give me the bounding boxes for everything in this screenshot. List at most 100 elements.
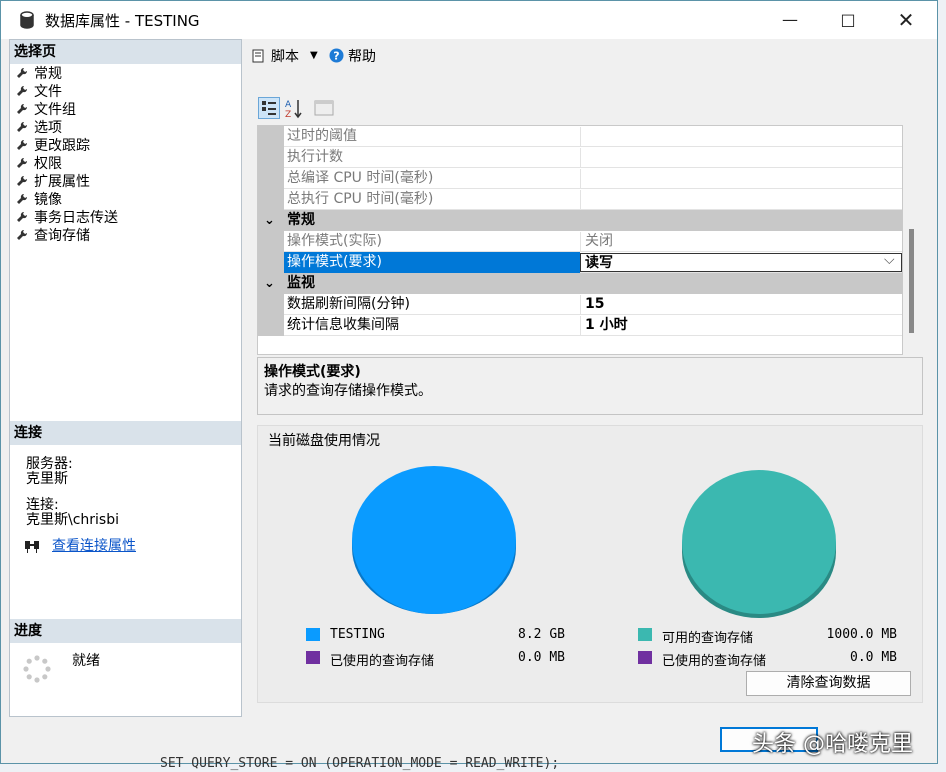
nav-item-label: 权限 xyxy=(34,156,62,172)
legend-label: TESTING xyxy=(330,627,385,642)
collapse-chevron-icon[interactable]: ⌄ xyxy=(264,210,275,231)
legend-value: 8.2 GB xyxy=(518,627,565,642)
wrench-icon xyxy=(17,139,28,150)
connection-value: 克里斯\chrisbi xyxy=(26,512,120,528)
property-pages-button[interactable] xyxy=(314,99,334,117)
nav-item-9[interactable]: 查询存储 xyxy=(16,227,90,245)
property-row[interactable]: 操作模式(要求) 读写 ⌵ xyxy=(258,252,902,273)
property-name: 总执行 CPU 时间(毫秒) xyxy=(287,191,434,207)
nav-item-label: 镜像 xyxy=(34,192,62,208)
categorized-icon xyxy=(262,101,276,115)
wrench-icon xyxy=(17,67,28,78)
wrench-icon xyxy=(17,157,28,168)
property-row[interactable]: 操作模式(实际) 关闭 xyxy=(258,231,902,252)
property-row[interactable]: 总执行 CPU 时间(毫秒) xyxy=(258,189,902,210)
legend-label: 已使用的查询存储 xyxy=(330,654,435,669)
property-name: 执行计数 xyxy=(287,149,343,165)
title-bar[interactable]: 数据库属性 - TESTING — □ ✕ xyxy=(1,1,937,39)
row-gutter xyxy=(258,315,284,336)
legend-swatch xyxy=(638,651,652,664)
pie-slice-testing xyxy=(352,466,516,614)
nav-item-label: 事务日志传送 xyxy=(34,210,118,226)
property-name: 操作模式(要求) xyxy=(284,252,580,273)
nav-item-5[interactable]: 权限 xyxy=(16,155,62,173)
close-button[interactable]: ✕ xyxy=(883,5,929,35)
minimize-button[interactable]: — xyxy=(767,5,813,35)
nav-item-label: 扩展属性 xyxy=(34,174,90,190)
legend-swatch xyxy=(306,651,320,664)
row-gutter xyxy=(258,231,284,252)
property-row[interactable]: 过时的阈值 xyxy=(258,126,902,147)
sort-az-icon: AZ xyxy=(285,100,302,120)
select-page-header: 选择页 xyxy=(10,40,241,64)
property-value: 关闭 xyxy=(580,232,902,251)
connection-label: 连接: xyxy=(26,497,59,513)
nav-item-3[interactable]: 选项 xyxy=(16,119,62,137)
legend-label: 可用的查询存储 xyxy=(662,631,754,646)
svg-text:Z: Z xyxy=(285,110,291,119)
property-value[interactable]: 1 小时 xyxy=(580,316,902,335)
main-toolbar: 脚本 ▼ ? 帮助 xyxy=(242,39,939,71)
progress-status: 就绪 xyxy=(72,653,100,669)
row-gutter xyxy=(258,168,284,189)
property-grid-scrollbar[interactable] xyxy=(903,125,917,355)
wrench-icon xyxy=(17,103,28,114)
window-title: 数据库属性 - TESTING xyxy=(45,12,200,30)
wrench-icon xyxy=(17,229,28,240)
wrench-icon xyxy=(17,85,28,96)
description-text: 请求的查询存储操作模式。 xyxy=(264,383,432,399)
script-dropdown-chevron-icon[interactable]: ▼ xyxy=(310,50,318,61)
property-value xyxy=(580,127,902,146)
categorized-view-button[interactable] xyxy=(258,97,280,119)
nav-item-2[interactable]: 文件组 xyxy=(16,101,76,119)
nav-item-6[interactable]: 扩展属性 xyxy=(16,173,90,191)
property-name: 总编译 CPU 时间(毫秒) xyxy=(287,170,434,186)
script-button[interactable]: 脚本 xyxy=(271,46,299,66)
nav-item-1[interactable]: 文件 xyxy=(16,83,62,101)
property-row[interactable]: 数据刷新间隔(分钟) 15 xyxy=(258,294,902,315)
property-value xyxy=(580,190,902,209)
property-value[interactable]: 读写 xyxy=(580,253,902,272)
alphabetical-view-button[interactable]: AZ xyxy=(283,97,305,120)
row-gutter xyxy=(258,189,284,210)
server-label: 服务器: xyxy=(26,456,73,472)
nav-item-label: 文件 xyxy=(34,84,62,100)
property-grid: 过时的阈值执行计数总编译 CPU 时间(毫秒) 总执行 CPU 时间(毫秒) ⌄ 常规… xyxy=(257,125,903,355)
nav-item-4[interactable]: 更改跟踪 xyxy=(16,137,90,155)
nav-item-label: 常规 xyxy=(34,66,62,82)
database-icon xyxy=(20,11,34,29)
nav-item-label: 查询存储 xyxy=(34,228,90,244)
pie-slice-available xyxy=(682,470,836,614)
property-value[interactable]: 15 xyxy=(580,295,902,314)
maximize-button[interactable]: □ xyxy=(825,5,871,35)
nav-item-7[interactable]: 镜像 xyxy=(16,191,62,209)
property-row[interactable]: 总编译 CPU 时间(毫秒) xyxy=(258,168,902,189)
wrench-icon xyxy=(17,121,28,132)
property-row[interactable]: 统计信息收集间隔 1 小时 xyxy=(258,315,902,336)
view-connection-properties-link[interactable]: 查看连接属性 xyxy=(52,538,136,554)
progress-header: 进度 xyxy=(10,619,241,643)
property-value xyxy=(580,169,902,188)
watermark-text: 头条 @哈喽克里 xyxy=(752,732,913,757)
property-description-panel: 操作模式(要求) 请求的查询存储操作模式。 xyxy=(257,357,923,415)
property-category[interactable]: ⌄ 常规 xyxy=(258,210,902,231)
help-button[interactable]: 帮助 xyxy=(348,46,376,66)
value-dropdown-chevron-icon[interactable]: ⌵ xyxy=(884,252,895,268)
wrench-icon xyxy=(17,175,28,186)
nav-item-label: 文件组 xyxy=(34,102,76,118)
server-value: 克里斯 xyxy=(26,471,68,487)
database-size-pie-chart xyxy=(352,466,516,614)
help-icon: ? xyxy=(329,48,344,63)
property-row[interactable]: 执行计数 xyxy=(258,147,902,168)
scrollbar-thumb[interactable] xyxy=(909,229,914,333)
nav-item-label: 更改跟踪 xyxy=(34,138,90,154)
left-panel: 选择页 常规 文件 文件组 选项 更改跟踪 权限 扩展属性 镜像 事务日志传送 查询存储 连接 服… xyxy=(9,39,242,717)
nav-item-0[interactable]: 常规 xyxy=(16,65,62,83)
property-category[interactable]: ⌄ 监视 xyxy=(258,273,902,294)
nav-item-8[interactable]: 事务日志传送 xyxy=(16,209,118,227)
clear-query-data-button[interactable]: 清除查询数据 xyxy=(746,671,911,696)
disk-usage-panel: 当前磁盘使用情况 TESTING 8.2 GB 已使用的查询存储 0.0 MB 可用的… xyxy=(257,425,923,703)
collapse-chevron-icon[interactable]: ⌄ xyxy=(264,273,275,294)
database-properties-window: 数据库属性 - TESTING — □ ✕ 选择页 常规文件文件组 选项 更改跟踪权… xyxy=(0,0,938,764)
query-store-pie-chart xyxy=(682,470,836,618)
